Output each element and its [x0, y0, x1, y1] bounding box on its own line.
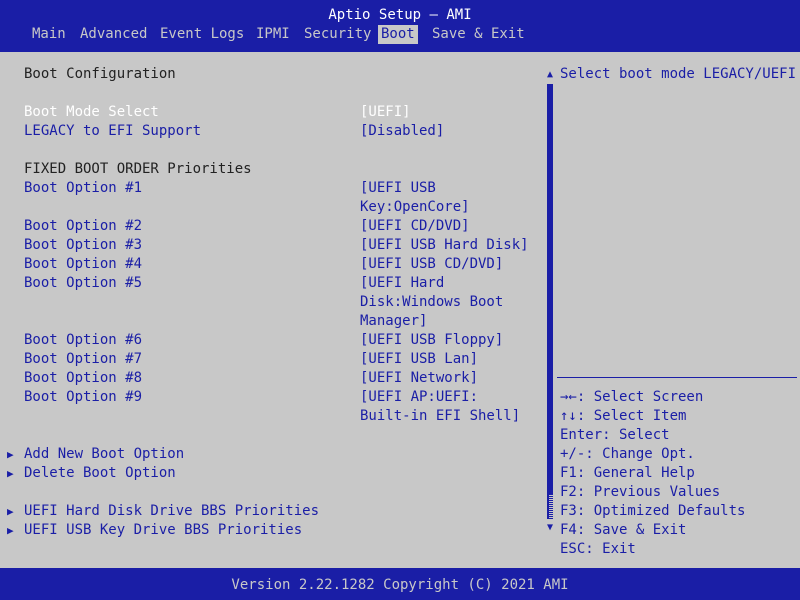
boot-option-9-value-cont[interactable]: Built-in EFI Shell] [360, 407, 520, 426]
help-key-f3: F3: Optimized Defaults [560, 503, 746, 519]
tab-security[interactable]: Security [301, 25, 374, 44]
help-key-enter: Enter: Select [560, 427, 670, 443]
scrollbar-thumb[interactable] [547, 495, 553, 519]
boot-option-5-value-cont[interactable]: Disk:Windows Boot [360, 293, 503, 312]
menu-tabs: Main Advanced Event Logs IPMI Security B… [0, 25, 800, 44]
boot-mode-select-label[interactable]: Boot Mode Select [24, 103, 159, 122]
boot-option-8-label[interactable]: Boot Option #8 [24, 369, 142, 388]
help-key-f4: F4: Save & Exit [560, 522, 687, 538]
boot-option-9-value[interactable]: [UEFI AP:UEFI: [360, 388, 478, 407]
boot-option-1-value[interactable]: [UEFI USB [360, 179, 436, 198]
uefi-hdd-bbs-priorities-link[interactable]: UEFI Hard Disk Drive BBS Priorities [24, 502, 319, 521]
add-new-boot-option-link[interactable]: Add New Boot Option [24, 445, 184, 464]
help-key-f2: F2: Previous Values [560, 484, 721, 500]
boot-option-2-label[interactable]: Boot Option #2 [24, 217, 142, 236]
tab-save-exit[interactable]: Save & Exit [429, 25, 528, 44]
boot-option-9-label[interactable]: Boot Option #9 [24, 388, 142, 407]
boot-option-6-value[interactable]: [UEFI USB Floppy] [360, 331, 503, 350]
right-triangle-icon: ▶ [7, 524, 14, 537]
footer-version: Version 2.22.1282 Copyright (C) 2021 AMI [231, 577, 569, 593]
help-key-select-screen: →←: Select Screen [560, 389, 704, 405]
tab-main[interactable]: Main [29, 25, 69, 44]
help-pane: Select boot mode LEGACY/UEFI →←: Select … [557, 55, 797, 565]
boot-option-8-value[interactable]: [UEFI Network] [360, 369, 478, 388]
right-triangle-icon: ▶ [7, 448, 14, 461]
boot-option-7-label[interactable]: Boot Option #7 [24, 350, 142, 369]
help-description: Select boot mode LEGACY/UEFI [560, 66, 797, 82]
scroll-down-arrow-icon[interactable]: ▼ [544, 521, 556, 535]
settings-pane: Boot Configuration Boot Mode Select [UEF… [3, 55, 554, 565]
boot-option-6-label[interactable]: Boot Option #6 [24, 331, 142, 350]
boot-option-3-value[interactable]: [UEFI USB Hard Disk] [360, 236, 529, 255]
help-key-f1: F1: General Help [560, 465, 695, 481]
boot-option-2-value[interactable]: [UEFI CD/DVD] [360, 217, 470, 236]
boot-option-7-value[interactable]: [UEFI USB Lan] [360, 350, 478, 369]
right-triangle-icon: ▶ [7, 505, 14, 518]
help-divider [557, 377, 797, 378]
fixed-boot-order-title: FIXED BOOT ORDER Priorities [24, 161, 252, 177]
scrollbar-track[interactable] [547, 84, 553, 519]
delete-boot-option-link[interactable]: Delete Boot Option [24, 464, 176, 483]
boot-option-4-value[interactable]: [UEFI USB CD/DVD] [360, 255, 503, 274]
boot-option-1-label[interactable]: Boot Option #1 [24, 179, 142, 198]
legacy-efi-support-value[interactable]: [Disabled] [360, 122, 444, 141]
window-title: Aptio Setup – AMI [328, 7, 472, 23]
help-key-change-opt: +/-: Change Opt. [560, 446, 695, 462]
setup-panel: Boot Configuration Boot Mode Select [UEF… [0, 52, 800, 568]
boot-option-1-value-cont[interactable]: Key:OpenCore] [360, 198, 470, 217]
help-key-esc: ESC: Exit [560, 541, 636, 557]
tab-event-logs[interactable]: Event Logs [157, 25, 247, 44]
legacy-efi-support-label[interactable]: LEGACY to EFI Support [24, 122, 201, 141]
boot-option-4-label[interactable]: Boot Option #4 [24, 255, 142, 274]
boot-option-3-label[interactable]: Boot Option #3 [24, 236, 142, 255]
tab-boot[interactable]: Boot [378, 25, 418, 44]
uefi-usb-key-bbs-priorities-link[interactable]: UEFI USB Key Drive BBS Priorities [24, 521, 302, 540]
scroll-up-arrow-icon[interactable]: ▲ [544, 68, 556, 82]
right-triangle-icon: ▶ [7, 467, 14, 480]
help-key-select-item: ↑↓: Select Item [560, 408, 687, 424]
boot-option-5-value[interactable]: [UEFI Hard [360, 274, 444, 293]
section-title: Boot Configuration [24, 66, 176, 82]
boot-mode-select-value[interactable]: [UEFI] [360, 103, 411, 122]
boot-option-5-label[interactable]: Boot Option #5 [24, 274, 142, 293]
tab-advanced[interactable]: Advanced [77, 25, 150, 44]
tab-ipmi[interactable]: IPMI [253, 25, 293, 44]
boot-option-5-value-cont2[interactable]: Manager] [360, 312, 427, 331]
